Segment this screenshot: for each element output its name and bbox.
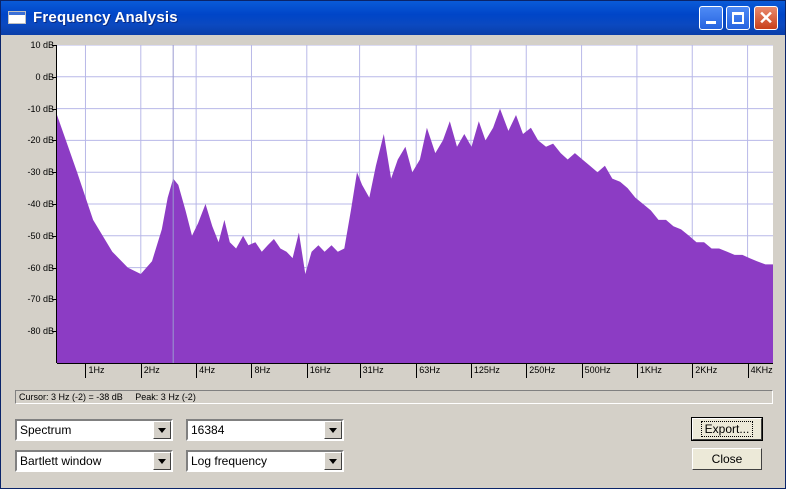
y-tick-label: -40 dB xyxy=(27,199,54,209)
export-button[interactable]: Export... xyxy=(691,417,763,441)
status-bar: Cursor: 3 Hz (-2) = -38 dB Peak: 3 Hz (-… xyxy=(15,390,773,404)
size-value: 16384 xyxy=(191,423,225,437)
x-tick-label: 4KHz xyxy=(750,365,773,375)
spectrum-plot[interactable] xyxy=(57,45,773,363)
frequency-analysis-window: Frequency Analysis ✕ 10 dB 0 dB -10 dB -20 … xyxy=(0,0,786,489)
window-function-value: Bartlett window xyxy=(20,454,102,468)
x-tick-mark xyxy=(581,364,583,378)
axis-value: Log frequency xyxy=(191,454,268,468)
x-tick-label: 250Hz xyxy=(529,365,556,375)
close-window-button[interactable]: ✕ xyxy=(754,6,778,30)
window-icon xyxy=(8,11,26,24)
x-tick-mark xyxy=(251,364,253,378)
y-tick-mark xyxy=(52,267,56,269)
y-tick-label: -80 dB xyxy=(27,326,54,337)
y-tick-label: -60 dB xyxy=(27,262,54,273)
y-tick-mark xyxy=(52,172,56,174)
y-tick-label: -50 dB xyxy=(27,230,54,241)
y-tick-mark xyxy=(52,299,56,301)
y-tick-mark xyxy=(52,45,56,46)
x-tick-mark xyxy=(470,364,472,378)
x-tick-mark xyxy=(692,364,694,378)
x-tick-mark xyxy=(526,364,528,378)
x-tick-label: 4Hz xyxy=(199,365,216,375)
y-tick-label: -30 dB xyxy=(27,167,54,178)
algorithm-value: Spectrum xyxy=(20,423,72,437)
y-tick-mark xyxy=(52,235,56,237)
window-function-select[interactable]: Bartlett window xyxy=(15,450,173,472)
y-tick-label: -10 dB xyxy=(27,103,54,114)
close-button[interactable]: Close xyxy=(692,448,762,470)
x-tick-label: 500Hz xyxy=(584,365,611,375)
minimize-button[interactable] xyxy=(699,6,723,30)
maximize-button[interactable] xyxy=(726,6,750,30)
maximize-icon xyxy=(732,12,744,24)
y-axis: 10 dB 0 dB -10 dB -20 dB -30 dB -40 dB -50 dB -… xyxy=(15,40,57,363)
x-tick-mark xyxy=(85,364,87,378)
algorithm-select[interactable]: Spectrum xyxy=(15,419,173,441)
y-tick-label: -20 dB xyxy=(27,135,54,146)
x-tick-label: 31Hz xyxy=(362,365,384,375)
x-tick-label: 63Hz xyxy=(419,365,441,375)
x-tick-label: 8Hz xyxy=(254,365,271,375)
y-tick-label: 10 dB xyxy=(30,40,54,50)
x-tick-mark xyxy=(196,364,198,378)
chevron-down-icon[interactable] xyxy=(324,452,342,470)
peak-readout: Peak: 3 Hz (-2) xyxy=(135,392,196,402)
minimize-icon xyxy=(706,21,716,24)
y-tick-mark xyxy=(52,140,56,142)
window-title: Frequency Analysis xyxy=(33,9,178,26)
x-axis: 1Hz 2Hz 4Hz 8Hz 16Hz 31Hz 63Hz 125Hz 250Hz 500Hz 1… xyxy=(57,363,773,379)
close-icon: ✕ xyxy=(758,8,774,28)
export-label: Export... xyxy=(700,421,754,437)
x-tick-label: 1KHz xyxy=(639,365,662,375)
x-tick-label: 16Hz xyxy=(309,365,331,375)
x-tick-mark xyxy=(359,364,361,378)
y-tick-mark xyxy=(52,108,56,110)
chevron-down-icon[interactable] xyxy=(324,421,342,439)
x-tick-mark xyxy=(306,364,308,378)
x-tick-label: 125Hz xyxy=(473,365,500,375)
chevron-down-icon[interactable] xyxy=(153,452,171,470)
cursor-readout: Cursor: 3 Hz (-2) = -38 dB xyxy=(19,392,123,402)
x-tick-mark xyxy=(416,364,418,378)
y-tick-label: -70 dB xyxy=(27,294,54,305)
axis-select[interactable]: Log frequency xyxy=(186,450,344,472)
x-tick-mark xyxy=(636,364,638,378)
chevron-down-icon[interactable] xyxy=(153,421,171,439)
y-tick-mark xyxy=(52,204,56,205)
x-tick-label: 1Hz xyxy=(88,365,105,375)
close-label: Close xyxy=(711,452,743,466)
x-tick-mark xyxy=(747,364,749,378)
title-bar[interactable]: Frequency Analysis ✕ xyxy=(1,1,785,35)
y-tick-mark xyxy=(52,331,56,333)
x-tick-label: 2KHz xyxy=(695,365,718,375)
x-tick-label: 2Hz xyxy=(143,365,160,375)
x-tick-mark xyxy=(140,364,142,378)
y-tick-mark xyxy=(52,76,56,78)
size-select[interactable]: 16384 xyxy=(186,419,344,441)
